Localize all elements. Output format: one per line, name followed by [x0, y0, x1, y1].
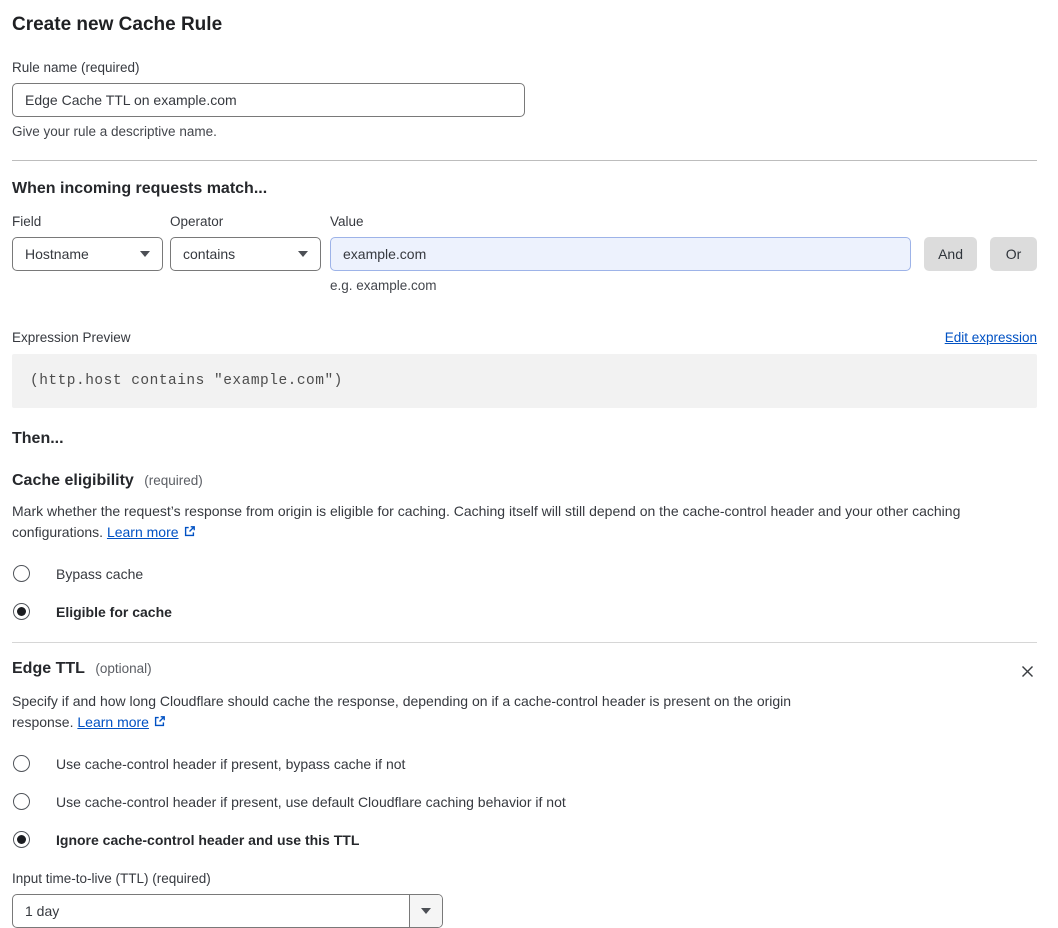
expression-code: (http.host contains "example.com"): [30, 373, 343, 389]
radio-use-header-default[interactable]: Use cache-control header if present, use…: [12, 793, 1037, 810]
radio-label: Use cache-control header if present, byp…: [56, 755, 406, 772]
edge-ttl-heading: Edge TTL: [12, 660, 85, 677]
ttl-input-group: Input time-to-live (TTL) (required) 1 da…: [12, 871, 1037, 928]
chevron-down-icon: [140, 251, 150, 257]
then-heading: Then...: [12, 430, 64, 447]
radio-label: Ignore cache-control header and use this…: [56, 831, 360, 848]
match-section-heading: When incoming requests match...: [12, 180, 268, 197]
ttl-select-value: 1 day: [25, 903, 60, 919]
operator-select[interactable]: contains: [170, 237, 321, 271]
cache-eligibility-qualifier: (required): [144, 473, 203, 488]
ttl-label: Input time-to-live (TTL) (required): [12, 871, 211, 886]
radio-label: Use cache-control header if present, use…: [56, 793, 566, 810]
external-link-icon: [153, 713, 166, 734]
chevron-down-icon: [421, 908, 431, 914]
match-builder-row: Field Hostname Operator contains Value e…: [12, 214, 1037, 293]
edge-ttl-qualifier: (optional): [95, 661, 152, 676]
operator-column: Operator contains: [170, 214, 321, 271]
cache-eligibility-description: Mark whether the request’s response from…: [12, 501, 1022, 544]
edge-ttl-section: Edge TTL (optional) Specify if and how l…: [12, 660, 1037, 928]
field-column: Field Hostname: [12, 214, 163, 271]
page-title: Create new Cache Rule: [12, 14, 223, 35]
chevron-down-icon: [298, 251, 308, 257]
value-input[interactable]: [330, 237, 912, 271]
operator-select-value: contains: [183, 246, 236, 262]
logic-buttons: And Or: [911, 237, 1037, 271]
cache-eligibility-learn-more-link[interactable]: Learn more: [107, 524, 179, 540]
external-link-icon: [183, 523, 196, 544]
field-select[interactable]: Hostname: [12, 237, 163, 271]
ttl-select[interactable]: 1 day: [12, 894, 443, 928]
close-icon: [1020, 666, 1035, 682]
radio-circle-unchecked[interactable]: [13, 793, 30, 810]
radio-label: Bypass cache: [56, 565, 144, 582]
radio-label: Eligible for cache: [56, 603, 172, 620]
edge-ttl-learn-more-link[interactable]: Learn more: [77, 714, 149, 730]
radio-circle-checked[interactable]: [13, 603, 30, 620]
radio-use-header-bypass[interactable]: Use cache-control header if present, byp…: [12, 755, 1037, 772]
divider: [12, 642, 1037, 643]
expression-preview-label: Expression Preview: [12, 330, 131, 345]
radio-eligible-for-cache[interactable]: Eligible for cache: [12, 603, 1037, 620]
close-edge-ttl-button[interactable]: [1018, 662, 1037, 684]
value-help: e.g. example.com: [330, 278, 437, 293]
and-button[interactable]: And: [924, 237, 977, 271]
operator-label: Operator: [170, 214, 224, 229]
rule-name-label: Rule name (required): [12, 60, 140, 75]
ttl-select-arrow-button[interactable]: [409, 895, 442, 927]
edge-ttl-description: Specify if and how long Cloudflare shoul…: [12, 691, 847, 734]
field-select-value: Hostname: [25, 246, 89, 262]
expression-code-block: (http.host contains "example.com"): [12, 354, 1037, 408]
rule-name-help: Give your rule a descriptive name.: [12, 124, 217, 139]
rule-name-input[interactable]: [12, 83, 525, 117]
radio-bypass-cache[interactable]: Bypass cache: [12, 565, 1037, 582]
expression-preview-row: Expression Preview Edit expression: [12, 330, 1037, 345]
rule-name-group: Rule name (required) Give your rule a de…: [12, 60, 1037, 139]
radio-circle-unchecked[interactable]: [13, 755, 30, 772]
cache-eligibility-heading: Cache eligibility: [12, 472, 134, 489]
field-label: Field: [12, 214, 42, 229]
or-button[interactable]: Or: [990, 237, 1037, 271]
radio-ignore-header-ttl[interactable]: Ignore cache-control header and use this…: [12, 831, 1037, 848]
radio-circle-unchecked[interactable]: [13, 565, 30, 582]
cache-eligibility-section: Cache eligibility (required) Mark whethe…: [12, 472, 1037, 620]
value-label: Value: [330, 214, 364, 229]
value-column: Value e.g. example.com: [330, 214, 912, 293]
divider: [12, 160, 1037, 161]
edit-expression-link[interactable]: Edit expression: [945, 330, 1037, 345]
radio-circle-checked[interactable]: [13, 831, 30, 848]
